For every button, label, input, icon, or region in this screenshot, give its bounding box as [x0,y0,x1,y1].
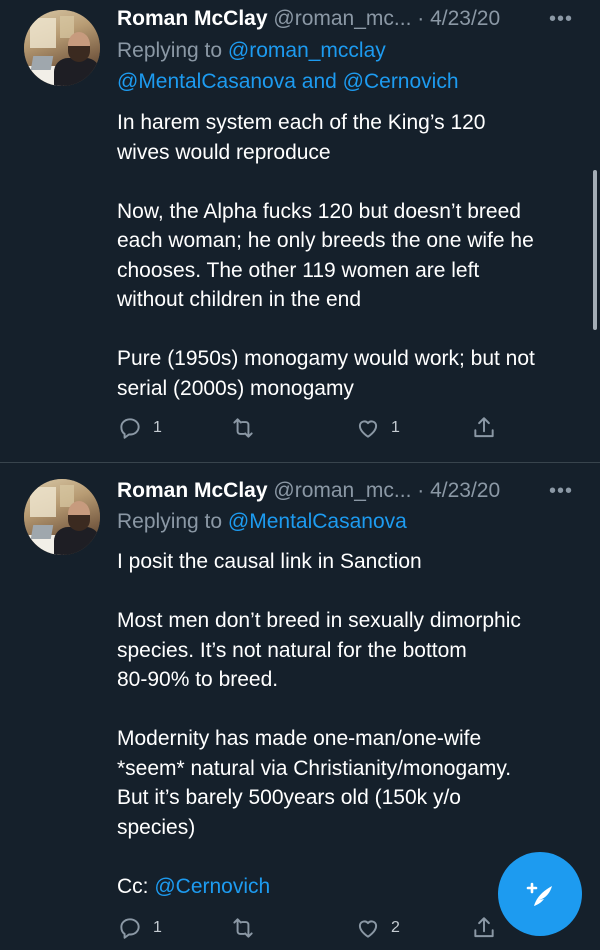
tweet-actions: 1 1 [117,412,517,444]
text-line: species. It’s not natural for the bottom [117,638,467,662]
avatar[interactable] [24,10,100,86]
text-line: each woman; he only breeds the one wife … [117,229,534,252]
compose-feather-icon [526,882,552,906]
text-line: Pure (1950s) monogamy would work; but no… [117,347,535,370]
author-handle[interactable]: @roman_mc... [273,7,411,30]
author-handle[interactable]: @roman_mc... [273,479,411,502]
text-line: 80-90% to breed. [117,668,279,691]
retweet-icon [233,418,253,438]
text-line: wives would reproduce [117,140,331,164]
text-line: Modernity has made one-man/one-wife [117,727,482,750]
share-icon [474,417,494,438]
like-count: 1 [391,419,400,436]
text-line: But it’s barely 500years old (150k y/o [117,786,461,809]
heart-icon [358,420,378,438]
mention-link[interactable]: @Cernovich [343,70,459,93]
mention-link[interactable]: @roman_mcclay [228,39,386,62]
replying-to: Replying to @roman_mcclay [117,36,386,66]
reply-button[interactable]: 1 [117,412,162,444]
text-line: chooses. The other 119 women are left [117,258,480,282]
tweet-header: Roman McClay @roman_mc... · 4/23/20 ••• [117,4,587,34]
mention-link[interactable]: @Cernovich [154,875,270,898]
replying-prefix: Replying to [117,510,223,533]
reply-button[interactable]: 1 [117,912,162,944]
like-count: 2 [391,919,400,936]
replying-to-cont: @MentalCasanova and @Cernovich [117,67,459,97]
retweet-button[interactable] [230,912,266,944]
retweet-icon [233,918,253,938]
tweet-actions: 1 2 [117,912,517,944]
more-horizontal-icon[interactable]: ••• [549,476,573,506]
text-line: Most men don’t breed in sexually dimorph… [117,609,521,632]
reply-count: 1 [153,919,162,936]
tweet-header: Roman McClay @roman_mc... · 4/23/20 ••• [117,476,587,506]
share-button[interactable] [471,412,497,444]
compose-button[interactable] [498,852,582,936]
cc-prefix: Cc: [117,874,149,898]
avatar[interactable] [24,479,100,555]
author-name[interactable]: Roman McClay [117,479,268,502]
like-button[interactable]: 2 [355,912,400,944]
replying-and[interactable]: and [302,70,337,93]
text-line: I posit the causal link in Sanction [117,550,422,573]
retweet-button[interactable] [230,412,266,444]
tweet-date[interactable]: · 4/23/20 [417,479,500,502]
tweet-text: In harem system each of the King’s 120 w… [117,108,587,403]
mention-link[interactable]: @MentalCasanova [117,70,296,93]
text-line: In harem system each of the King’s 120 [117,111,486,134]
reply-bubble-icon [120,418,140,439]
text-line: without children in the end [117,288,361,311]
text-line: Now, the Alpha fucks 120 but doesn’t bre… [117,199,521,223]
like-button[interactable]: 1 [355,412,400,444]
reply-count: 1 [153,419,162,436]
replying-prefix: Replying to [117,39,223,62]
tweet-date[interactable]: · 4/23/20 [417,7,500,30]
scrollbar[interactable] [593,170,597,330]
reply-bubble-icon [120,918,140,939]
heart-icon [358,920,378,938]
share-button[interactable] [471,912,497,944]
text-line: species) [117,815,196,839]
more-horizontal-icon[interactable]: ••• [549,4,573,34]
share-icon [474,917,494,938]
author-name[interactable]: Roman McClay [117,7,268,30]
text-line: serial (2000s) monogamy [117,376,354,400]
tweet-text: I posit the causal link in Sanction Most… [117,547,587,901]
replying-to: Replying to @MentalCasanova [117,507,407,537]
text-line: *seem* natural via Christianity/monogamy… [117,756,512,780]
mention-link[interactable]: @MentalCasanova [228,510,407,533]
tweet-1[interactable]: Roman McClay @roman_mc... · 4/23/20 ••• … [0,0,600,462]
